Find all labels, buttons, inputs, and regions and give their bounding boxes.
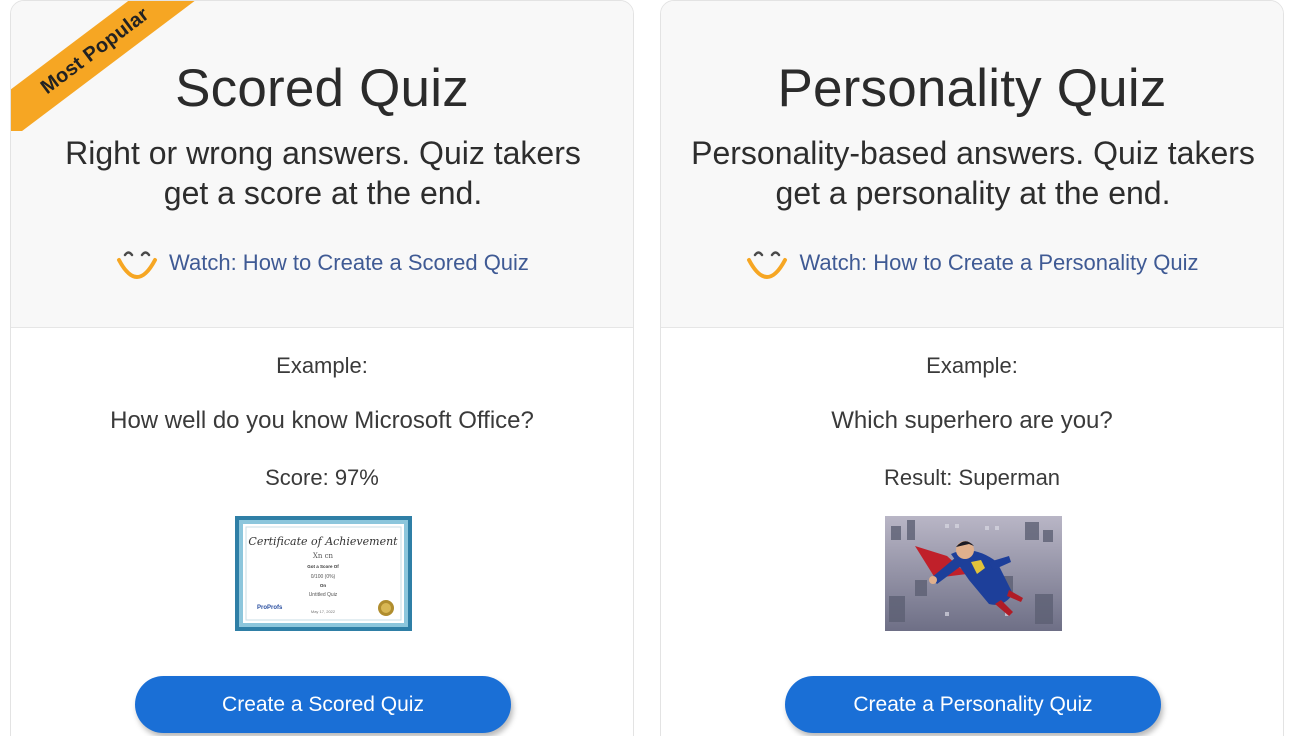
card-title: Personality Quiz: [777, 59, 1167, 118]
create-scored-quiz-button[interactable]: Create a Scored Quiz: [135, 676, 511, 733]
superhero-thumbnail: [885, 516, 1062, 631]
card-description: Right or wrong answers. Quiz takers get …: [65, 135, 581, 211]
certificate-line2: On: [320, 583, 327, 588]
watch-tutorial-label[interactable]: Watch: How to Create a Personality Quiz: [799, 244, 1198, 282]
example-question: Which superhero are you?: [831, 407, 1113, 434]
certificate-line1: Got a Score Of: [307, 564, 339, 569]
certificate-date: May 17, 2022: [311, 609, 336, 614]
certificate-title: Certificate of Achievement: [248, 535, 398, 548]
example-label: Example:: [926, 353, 1018, 378]
example-question: How well do you know Microsoft Office?: [110, 407, 534, 434]
example-result: Score: 97%: [265, 465, 379, 490]
smile-icon: [117, 251, 158, 279]
card-description: Personality-based answers. Quiz takers g…: [691, 135, 1255, 211]
certificate-thumbnail: Certificate of Achievement Xn cn Got a S…: [235, 516, 412, 631]
certificate-brand: ProProfs: [257, 605, 283, 611]
certificate-quiz: Untitled Quiz: [309, 592, 338, 598]
certificate-score: 0/100 (0%): [311, 574, 336, 580]
scored-quiz-card: Most Popular Scored Quiz Right or wrong …: [10, 0, 634, 736]
example-result: Result: Superman: [883, 465, 1061, 490]
example-label: Example:: [276, 353, 368, 378]
personality-quiz-card: Personality Quiz Personality-based answe…: [660, 0, 1284, 736]
watch-tutorial-link[interactable]: Watch: How to Create a Scored Quiz: [11, 244, 633, 282]
smile-icon: [747, 251, 788, 279]
watch-tutorial-label[interactable]: Watch: How to Create a Scored Quiz: [169, 244, 529, 282]
quiz-type-chooser: Most Popular Scored Quiz Right or wrong …: [0, 0, 1298, 736]
certificate-name: Xn cn: [313, 552, 334, 560]
watch-tutorial-link[interactable]: Watch: How to Create a Personality Quiz: [661, 244, 1283, 282]
create-personality-quiz-button[interactable]: Create a Personality Quiz: [785, 676, 1161, 733]
card-title: Scored Quiz: [175, 59, 469, 118]
